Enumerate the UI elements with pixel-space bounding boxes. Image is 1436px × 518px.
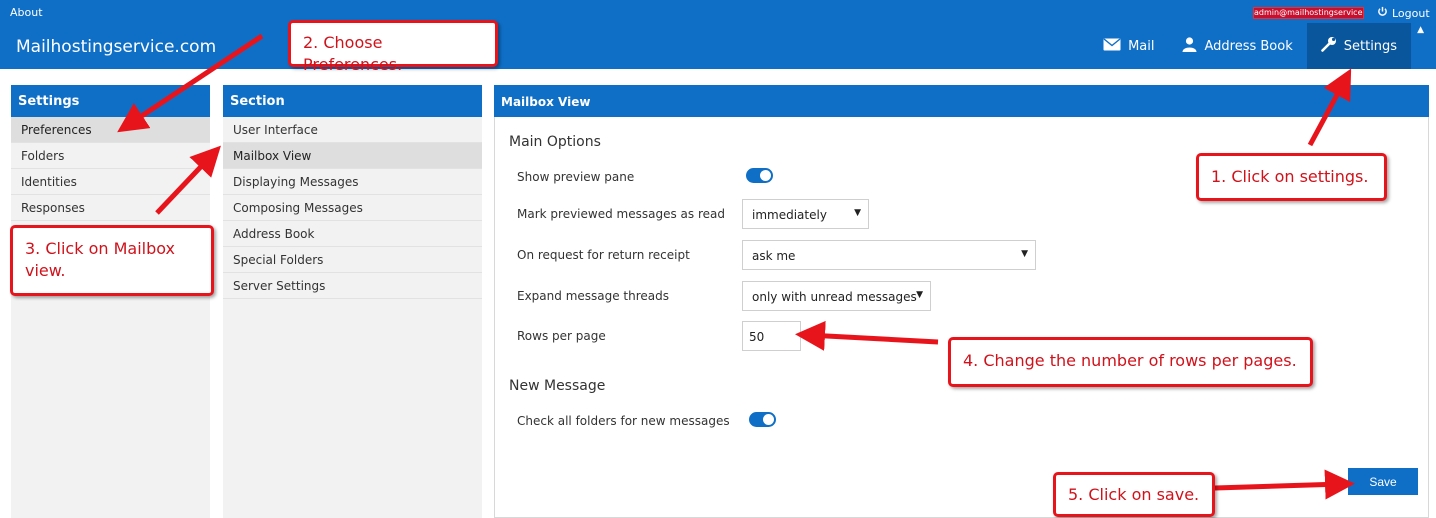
section-item-address-book[interactable]: Address Book (223, 221, 482, 247)
settings-list: Preferences Folders Identities Responses (11, 117, 210, 518)
dropdown-caret-icon: ▼ (916, 290, 923, 300)
check-all-folders-toggle[interactable] (749, 412, 776, 427)
toggle-knob (760, 170, 771, 181)
nav-settings-label: Settings (1343, 38, 1398, 54)
section-list: User Interface Mailbox View Displaying M… (223, 117, 482, 518)
return-receipt-label: On request for return receipt (517, 248, 690, 262)
nav-address-book-label: Address Book (1204, 38, 1293, 54)
save-button[interactable]: Save (1348, 468, 1418, 495)
rows-per-page-input[interactable]: 50 (742, 321, 801, 351)
user-email: admin@mailhostingservice.com (1253, 7, 1364, 19)
dropdown-caret-icon: ▼ (854, 208, 861, 218)
settings-item-preferences[interactable]: Preferences (11, 117, 210, 143)
return-receipt-select[interactable]: ask me ▼ (742, 240, 1036, 270)
expand-threads-label: Expand message threads (517, 289, 670, 303)
show-preview-label: Show preview pane (517, 170, 635, 184)
top-bar: About Mailhostingservice.com admin@mailh… (0, 0, 1436, 69)
section-item-mailbox-view[interactable]: Mailbox View (223, 143, 482, 169)
settings-item-identities[interactable]: Identities (11, 169, 210, 195)
section-item-displaying-messages[interactable]: Displaying Messages (223, 169, 482, 195)
about-link[interactable]: About (10, 6, 43, 19)
logout-link[interactable]: Logout (1377, 6, 1430, 20)
expand-threads-select[interactable]: only with unread messages ▼ (742, 281, 931, 311)
settings-item-folders[interactable]: Folders (11, 143, 210, 169)
section-item-composing-messages[interactable]: Composing Messages (223, 195, 482, 221)
new-message-legend: New Message (509, 378, 606, 394)
check-all-folders-label: Check all folders for new messages (517, 414, 730, 428)
callout-step1: 1. Click on settings. (1196, 153, 1387, 201)
return-receipt-value: ask me (752, 249, 796, 263)
mark-read-select[interactable]: immediately ▼ (742, 199, 869, 229)
section-item-server-settings[interactable]: Server Settings (223, 273, 482, 299)
callout-step3: 3. Click on Mailbox view. (10, 225, 214, 296)
mark-read-label: Mark previewed messages as read (517, 207, 725, 221)
settings-item-responses[interactable]: Responses (11, 195, 210, 221)
nav-mail-label: Mail (1128, 38, 1155, 54)
envelope-icon (1103, 37, 1121, 55)
brand-name: Mailhostingservice.com (16, 37, 217, 57)
settings-header: Settings (11, 85, 210, 117)
section-item-special-folders[interactable]: Special Folders (223, 247, 482, 273)
nav-settings[interactable]: Settings (1306, 23, 1412, 69)
wrench-icon (1320, 36, 1337, 56)
power-icon (1377, 6, 1388, 20)
top-nav: Mail Address Book Settings ▲ (1089, 23, 1424, 69)
main-options-legend: Main Options (509, 134, 601, 150)
content-header: Mailbox View (494, 85, 1429, 117)
section-header: Section (223, 85, 482, 117)
callout-step4: 4. Change the number of rows per pages. (948, 337, 1313, 387)
nav-mail[interactable]: Mail (1089, 23, 1168, 69)
callout-step5: 5. Click on save. (1053, 472, 1215, 517)
show-preview-toggle[interactable] (746, 168, 773, 183)
nav-address-book[interactable]: Address Book (1168, 23, 1306, 69)
section-item-user-interface[interactable]: User Interface (223, 117, 482, 143)
rows-per-page-label: Rows per page (517, 329, 606, 343)
callout-step2: 2. Choose Preferences. (288, 20, 498, 74)
mark-read-value: immediately (752, 208, 827, 222)
collapse-icon[interactable]: ▲ (1411, 23, 1424, 69)
logout-label: Logout (1392, 6, 1430, 20)
toggle-knob (763, 414, 774, 425)
person-icon (1182, 36, 1197, 56)
expand-threads-value: only with unread messages (752, 290, 917, 304)
dropdown-caret-icon: ▼ (1021, 249, 1028, 259)
